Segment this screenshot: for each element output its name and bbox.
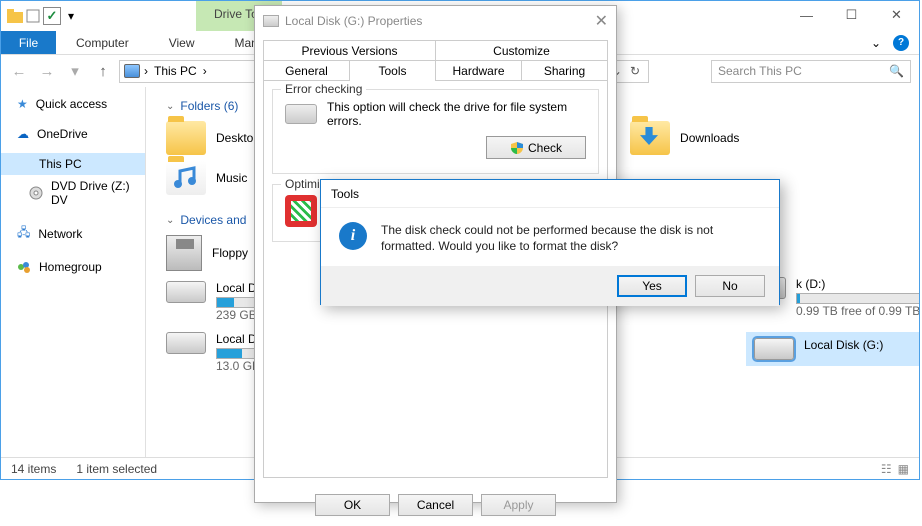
close-button[interactable]: ✕ xyxy=(874,1,919,29)
this-pc-icon xyxy=(124,64,140,78)
disc-icon xyxy=(29,186,43,200)
sidebar-item-network[interactable]: 🖧 Network xyxy=(1,219,145,248)
sidebar-label: Quick access xyxy=(36,97,107,111)
drive-label: k (D:) xyxy=(796,277,919,291)
dialog-button-row: OK Cancel Apply xyxy=(255,488,616,526)
cancel-button[interactable]: Cancel xyxy=(398,494,473,516)
tab-tools[interactable]: Tools xyxy=(350,60,436,81)
drive-icon xyxy=(285,104,317,124)
sidebar-label: OneDrive xyxy=(37,127,88,141)
tab-sharing[interactable]: Sharing xyxy=(522,60,608,81)
sidebar-item-onedrive[interactable]: ☁ OneDrive xyxy=(1,123,145,145)
status-selected-count: 1 item selected xyxy=(76,462,157,476)
properties-icon[interactable] xyxy=(25,8,41,24)
button-label: Check xyxy=(528,141,562,155)
info-icon: i xyxy=(339,222,367,250)
forward-button[interactable]: → xyxy=(37,61,57,81)
recent-dropdown[interactable]: ▾ xyxy=(65,61,85,81)
maximize-button[interactable]: ☐ xyxy=(829,1,874,29)
ribbon-tab-view[interactable]: View xyxy=(149,31,215,54)
minimize-button[interactable]: — xyxy=(784,1,829,29)
section-title: Devices and xyxy=(180,213,246,227)
folder-downloads[interactable]: Downloads xyxy=(630,121,739,155)
drive-g-selected[interactable]: Local Disk (G:) xyxy=(746,332,919,366)
apply-button[interactable]: Apply xyxy=(481,494,556,516)
close-icon[interactable]: ✕ xyxy=(595,11,608,31)
music-folder-icon xyxy=(166,161,206,195)
ribbon-tab-computer[interactable]: Computer xyxy=(56,31,149,54)
address-segment[interactable]: This PC xyxy=(148,64,203,78)
back-button[interactable]: ← xyxy=(9,61,29,81)
sidebar-item-this-pc[interactable]: This PC xyxy=(1,153,145,175)
sidebar-label: Homegroup xyxy=(39,260,102,274)
no-button[interactable]: No xyxy=(695,275,765,297)
ribbon-file-tab[interactable]: File xyxy=(1,31,56,54)
group-legend: Error checking xyxy=(281,82,366,96)
folder-label: Downloads xyxy=(680,131,739,145)
checkbox-toggle-icon[interactable]: ✓ xyxy=(43,7,61,25)
this-pc-icon xyxy=(17,158,31,170)
message-box: Tools i The disk check could not be perf… xyxy=(320,179,780,305)
drive-label: Floppy xyxy=(212,246,248,260)
drive-icon xyxy=(166,332,206,354)
tab-hardware[interactable]: Hardware xyxy=(436,60,522,81)
details-view-icon[interactable]: ☷ xyxy=(881,462,892,476)
ok-button[interactable]: OK xyxy=(315,494,390,516)
message-text: The disk check could not be performed be… xyxy=(381,222,761,252)
sidebar-label: This PC xyxy=(39,157,82,171)
search-input[interactable]: Search This PC 🔍 xyxy=(711,60,911,83)
sidebar-item-dvd[interactable]: DVD Drive (Z:) DV xyxy=(1,175,145,211)
drive-icon xyxy=(754,338,794,360)
homegroup-icon xyxy=(17,260,31,274)
downloads-folder-icon xyxy=(630,121,670,155)
folder-music[interactable]: Music xyxy=(166,161,260,195)
check-button[interactable]: Check xyxy=(486,136,586,159)
group-description: This option will check the drive for fil… xyxy=(327,100,586,128)
folder-desktop[interactable]: Desktop xyxy=(166,121,260,155)
drive-sublabel: 0.99 TB free of 0.99 TB xyxy=(796,304,919,318)
help-icon[interactable]: ? xyxy=(893,35,909,51)
refresh-icon[interactable]: ↻ xyxy=(626,64,644,78)
shield-icon xyxy=(510,141,524,155)
floppy-icon xyxy=(166,235,202,271)
folder-icon xyxy=(166,121,206,155)
search-icon: 🔍 xyxy=(889,64,904,78)
section-title: Folders (6) xyxy=(180,99,238,113)
sidebar-item-homegroup[interactable]: Homegroup xyxy=(1,256,145,278)
tab-general[interactable]: General xyxy=(263,60,350,81)
dialog-titlebar: Local Disk (G:) Properties ✕ xyxy=(255,6,616,36)
drive-icon xyxy=(166,281,206,303)
address-chevron[interactable]: › xyxy=(203,64,207,78)
tab-customize[interactable]: Customize xyxy=(436,40,608,61)
status-item-count: 14 items xyxy=(11,462,56,476)
sidebar-item-quick-access[interactable]: ★ Quick access xyxy=(1,93,145,115)
folder-label: Music xyxy=(216,171,247,185)
up-button[interactable]: ↑ xyxy=(93,61,113,81)
message-title: Tools xyxy=(331,187,359,201)
chevron-down-icon: ⌄ xyxy=(166,101,174,112)
navigation-pane: ★ Quick access ☁ OneDrive This PC DVD Dr… xyxy=(1,87,146,457)
search-placeholder: Search This PC xyxy=(718,64,802,78)
large-icons-view-icon[interactable]: ▦ xyxy=(898,462,909,476)
chevron-down-icon: ⌄ xyxy=(166,215,174,226)
tab-previous-versions[interactable]: Previous Versions xyxy=(263,40,436,61)
message-titlebar: Tools xyxy=(321,180,779,208)
message-button-row: Yes No xyxy=(321,266,779,306)
sidebar-label: Network xyxy=(38,227,82,241)
capacity-bar xyxy=(796,293,919,304)
defrag-icon xyxy=(285,195,317,227)
error-checking-group: Error checking This option will check th… xyxy=(272,89,599,174)
cloud-icon: ☁ xyxy=(17,127,29,141)
dialog-title: Local Disk (G:) Properties xyxy=(285,14,422,28)
overflow-caret-icon[interactable]: ▾ xyxy=(63,8,79,24)
drive-label: Local Disk (G:) xyxy=(804,338,883,352)
star-icon: ★ xyxy=(17,97,28,111)
sidebar-label: DVD Drive (Z:) DV xyxy=(51,179,137,207)
folder-icon xyxy=(7,8,23,24)
network-icon: 🖧 xyxy=(17,223,30,244)
drive-icon xyxy=(263,15,279,27)
ribbon-collapse-icon[interactable]: ⌄ xyxy=(871,36,881,50)
yes-button[interactable]: Yes xyxy=(617,275,687,297)
